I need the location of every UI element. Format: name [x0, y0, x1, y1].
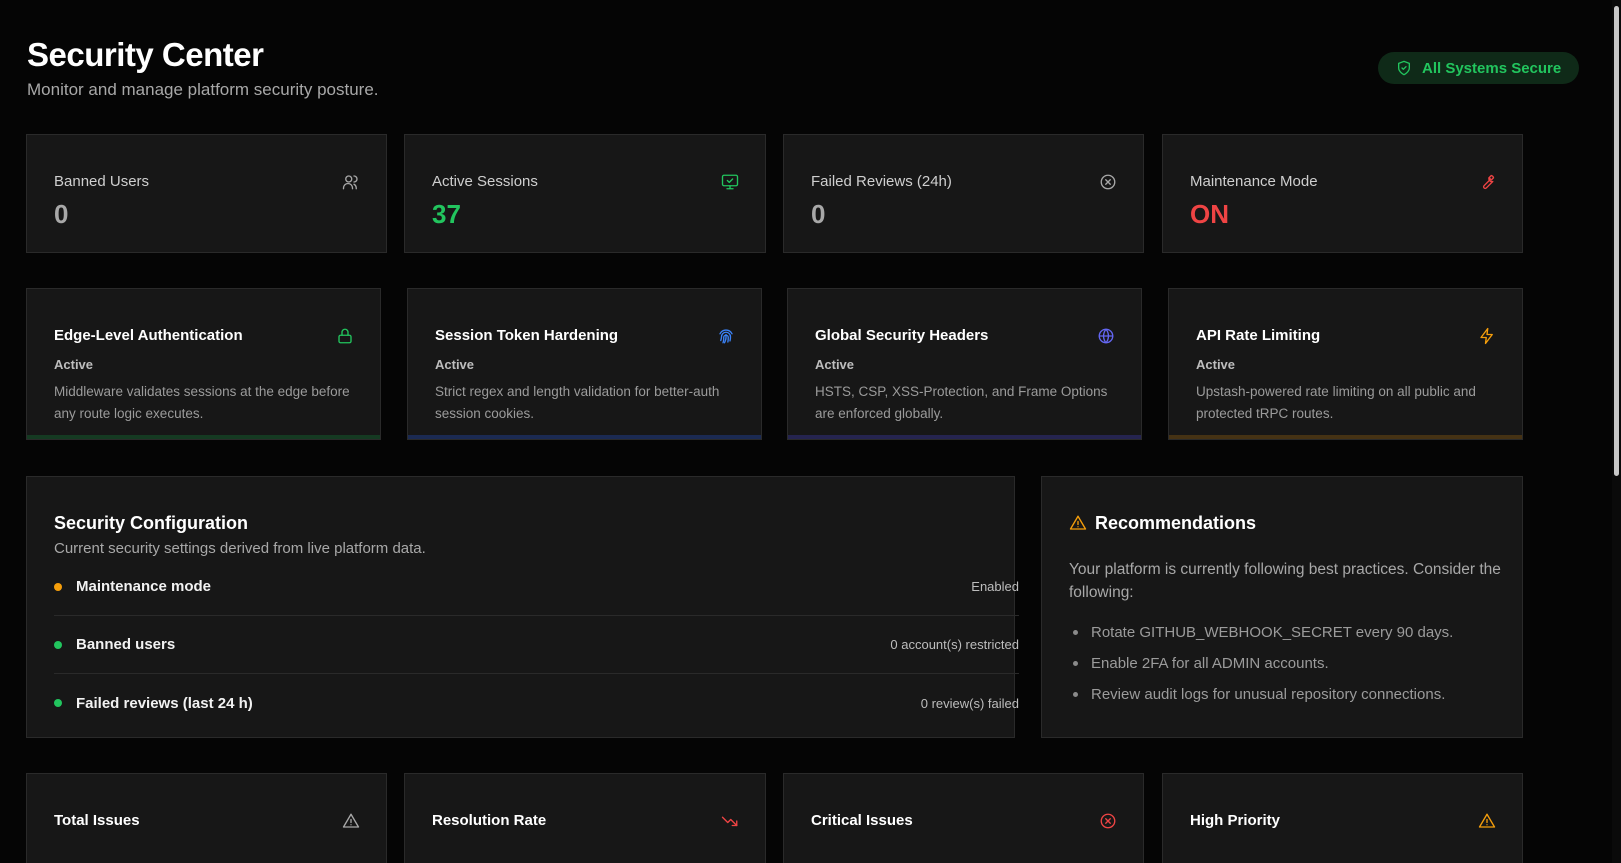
feature-status: Active — [435, 357, 475, 372]
alert-triangle-icon — [342, 813, 360, 828]
config-row-label: Failed reviews (last 24 h) — [76, 694, 253, 712]
stat-label: Failed Reviews (24h) — [811, 173, 952, 190]
config-row-value: 0 account(s) restricted — [890, 637, 1019, 652]
x-circle-icon — [1100, 174, 1116, 190]
bottom-card-critical-issues: Critical Issues — [783, 773, 1144, 863]
status-dot — [54, 640, 62, 649]
security-configuration-panel: Security Configuration Current security … — [26, 476, 1019, 738]
stat-card-banned-users: Banned Users 0 — [26, 134, 387, 253]
stat-card-active-sessions: Active Sessions 37 — [404, 134, 766, 253]
config-row-value: Enabled — [971, 579, 1019, 594]
bottom-card-label: High Priority — [1190, 812, 1281, 829]
status-dot — [54, 699, 62, 707]
feature-title: API Rate Limiting — [1196, 327, 1321, 344]
feature-accent-bar — [1169, 435, 1522, 439]
page-subtitle: Monitor and manage platform security pos… — [27, 80, 379, 99]
feature-card-edge-auth: Edge-Level Authentication Active Middlew… — [26, 288, 381, 440]
feature-description: Strict regex and length validation for b… — [435, 384, 720, 421]
stat-label: Active Sessions — [432, 173, 538, 190]
feature-card-rate-limiting: API Rate Limiting Active Upstash-powered… — [1168, 288, 1523, 440]
recommendation-text: Rotate GITHUB_WEBHOOK_SECRET every 90 da… — [1091, 624, 1454, 641]
trending-down-icon — [721, 816, 738, 827]
config-row-label: Maintenance mode — [76, 578, 212, 595]
stat-card-failed-reviews: Failed Reviews (24h) 0 — [783, 134, 1144, 253]
recommendations-list: Rotate GITHUB_WEBHOOK_SECRET every 90 da… — [1069, 617, 1453, 710]
zap-icon — [1480, 327, 1493, 345]
shield-check-icon — [1398, 60, 1410, 76]
list-item: Review audit logs for unusual repository… — [1069, 679, 1453, 710]
page-header: Security Center Monitor and manage platf… — [27, 36, 379, 100]
config-title: Security Configuration — [54, 513, 249, 533]
feature-description: Middleware validates sessions at the edg… — [54, 384, 350, 421]
bottom-card-label: Resolution Rate — [432, 812, 547, 829]
scrollbar-thumb[interactable] — [1614, 6, 1619, 476]
feature-card-security-headers: Global Security Headers Active HSTS, CSP… — [787, 288, 1142, 440]
status-badge: All Systems Secure — [1378, 52, 1580, 84]
recommendations-intro: Your platform is currently following bes… — [1069, 561, 1501, 601]
feature-card-session-token: Session Token Hardening Active Strict re… — [407, 288, 762, 440]
config-row-label: Banned users — [76, 636, 176, 653]
feature-title: Global Security Headers — [815, 327, 989, 344]
recommendations-title: Recommendations — [1095, 513, 1257, 533]
list-item: Rotate GITHUB_WEBHOOK_SECRET every 90 da… — [1069, 617, 1453, 648]
feature-status: Active — [815, 357, 855, 372]
scrollbar[interactable] — [1612, 0, 1621, 863]
recommendation-text: Review audit logs for unusual repository… — [1091, 686, 1446, 703]
feature-accent-bar — [788, 435, 1141, 439]
feature-accent-bar — [27, 435, 380, 439]
feature-title: Session Token Hardening — [435, 327, 619, 344]
users-icon — [342, 175, 358, 190]
alert-triangle-icon — [1069, 515, 1087, 530]
security-center-page: Security Center Monitor and manage platf… — [0, 0, 1621, 863]
globe-icon — [1098, 328, 1114, 344]
feature-description: HSTS, CSP, XSS-Protection, and Frame Opt… — [815, 384, 1108, 421]
lock-icon — [338, 328, 352, 344]
config-subtitle: Current security settings derived from l… — [54, 540, 426, 557]
x-circle-icon — [1100, 813, 1116, 829]
stat-label: Maintenance Mode — [1190, 173, 1318, 190]
config-row-maintenance: Maintenance mode Enabled — [54, 558, 1019, 616]
feature-accent-bar — [408, 435, 761, 439]
feature-description: Upstash-powered rate limiting on all pub… — [1196, 384, 1476, 421]
feature-title: Edge-Level Authentication — [54, 327, 243, 344]
config-row-failed-reviews: Failed reviews (last 24 h) 0 review(s) f… — [54, 674, 1019, 732]
config-row-value: 0 review(s) failed — [920, 695, 1019, 711]
stat-value: 0 — [54, 199, 69, 229]
bottom-card-resolution-rate: Resolution Rate — [404, 773, 766, 863]
fingerprint-icon — [719, 329, 733, 344]
stat-value: 37 — [432, 199, 461, 229]
list-item: Enable 2FA for all ADMIN accounts. — [1069, 648, 1453, 679]
recommendations-panel: Recommendations Your platform is current… — [1041, 476, 1523, 738]
page-title: Security Center — [27, 36, 264, 73]
status-dot — [54, 582, 62, 591]
bottom-card-total-issues: Total Issues — [26, 773, 387, 863]
feature-status: Active — [1196, 357, 1236, 372]
status-badge-label: All Systems Secure — [1422, 59, 1562, 77]
recommendation-text: Enable 2FA for all ADMIN accounts. — [1091, 655, 1329, 672]
bottom-card-label: Total Issues — [54, 812, 140, 829]
stat-value: ON — [1190, 199, 1229, 229]
stat-label: Banned Users — [54, 173, 150, 190]
bottom-card-high-priority: High Priority — [1162, 773, 1523, 863]
alert-triangle-icon — [1478, 813, 1496, 828]
wrench-icon — [1482, 174, 1495, 190]
monitor-check-icon — [721, 174, 739, 190]
config-row-banned-users: Banned users 0 account(s) restricted — [54, 616, 1019, 674]
bottom-card-label: Critical Issues — [811, 812, 913, 829]
bullet — [1073, 692, 1078, 697]
bullet — [1073, 661, 1078, 666]
bullet — [1073, 630, 1078, 635]
feature-status: Active — [54, 357, 94, 372]
stat-value: 0 — [811, 199, 826, 229]
stat-card-maintenance-mode: Maintenance Mode ON — [1162, 134, 1523, 253]
